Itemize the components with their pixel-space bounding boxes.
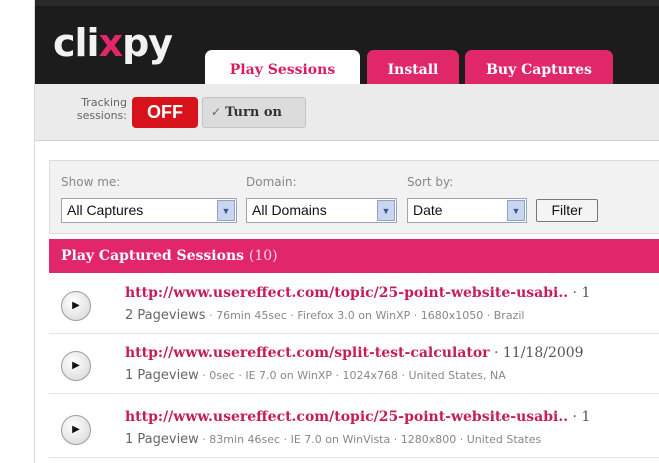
clixpy-logo[interactable]: clixpy xyxy=(53,21,173,65)
session-meta: 2 Pageviews · 76min 45sec · Firefox 3.0 … xyxy=(125,308,524,323)
session-pageviews: 2 Pageviews xyxy=(125,308,206,323)
domain-value: All Domains xyxy=(252,202,327,218)
show-me-select[interactable]: All Captures ▼ xyxy=(61,198,237,223)
filter-panel: Show me: All Captures ▼ Domain: All Doma… xyxy=(49,160,659,234)
session-row: ▶ http://www.usereffect.com/split-test-c… xyxy=(49,336,659,394)
tracking-label: Tracking sessions: xyxy=(53,96,127,122)
tracking-label-line2: sessions: xyxy=(76,109,127,122)
session-details: · 0sec · IE 7.0 on WinXP · 1024x768 · Un… xyxy=(198,369,506,382)
sort-by-value: Date xyxy=(413,202,443,218)
session-pageviews: 1 Pageview xyxy=(125,368,199,383)
sessions-header-title: Play Captured Sessions xyxy=(61,248,245,264)
tracking-bar: Tracking sessions: OFF ✓ Turn on xyxy=(35,84,659,141)
session-meta: 1 Pageview · 83min 46sec · IE 7.0 on Win… xyxy=(125,432,541,447)
session-url-link[interactable]: http://www.usereffect.com/topic/25-point… xyxy=(125,285,568,301)
chevron-down-icon[interactable]: ▼ xyxy=(507,200,525,221)
sessions-count: (10) xyxy=(248,248,278,264)
session-url: http://www.usereffect.com/topic/25-point… xyxy=(125,285,590,301)
session-url-link[interactable]: http://www.usereffect.com/topic/25-point… xyxy=(125,409,568,425)
sort-by-label: Sort by: xyxy=(407,175,454,189)
top-header: clixpy Play Sessions Install Buy Capture… xyxy=(35,0,659,90)
session-meta: 1 Pageview · 0sec · IE 7.0 on WinXP · 10… xyxy=(125,368,506,383)
session-url-link[interactable]: http://www.usereffect.com/split-test-cal… xyxy=(125,345,490,361)
filter-button[interactable]: Filter xyxy=(536,199,598,222)
logo-text-x: x xyxy=(98,21,123,65)
session-date: · 1 xyxy=(568,409,591,425)
domain-label: Domain: xyxy=(246,175,297,189)
session-url: http://www.usereffect.com/topic/25-point… xyxy=(125,409,590,425)
session-row: ▶ http://www.usereffect.com/topic/25-poi… xyxy=(49,400,659,458)
tracking-label-line1: Tracking xyxy=(81,96,127,109)
session-pageviews: 1 Pageview xyxy=(125,432,199,447)
app-frame: clixpy Play Sessions Install Buy Capture… xyxy=(34,0,659,463)
session-date: · 1 xyxy=(568,285,591,301)
play-icon[interactable]: ▶ xyxy=(61,415,91,445)
play-icon[interactable]: ▶ xyxy=(61,291,91,321)
play-icon[interactable]: ▶ xyxy=(61,351,91,381)
check-icon: ✓ xyxy=(211,105,222,119)
session-details: · 83min 46sec · IE 7.0 on WinVista · 128… xyxy=(198,433,542,446)
chevron-down-icon[interactable]: ▼ xyxy=(217,200,235,221)
turn-on-label: Turn on xyxy=(225,105,282,120)
logo-text-right: py xyxy=(122,21,173,65)
sort-by-select[interactable]: Date ▼ xyxy=(407,198,527,223)
show-me-label: Show me: xyxy=(61,175,121,189)
session-details: · 76min 45sec · Firefox 3.0 on WinXP · 1… xyxy=(205,309,525,322)
session-url: http://www.usereffect.com/split-test-cal… xyxy=(125,345,584,361)
session-date: · 11/18/2009 xyxy=(489,345,584,361)
chevron-down-icon[interactable]: ▼ xyxy=(377,200,395,221)
sessions-header: Play Captured Sessions (10) xyxy=(49,239,659,273)
show-me-value: All Captures xyxy=(67,202,144,218)
session-row: ▶ http://www.usereffect.com/topic/25-poi… xyxy=(49,276,659,334)
tracking-status-badge: OFF xyxy=(132,97,198,128)
turn-on-button[interactable]: ✓ Turn on xyxy=(202,97,306,128)
logo-text-left: cli xyxy=(53,21,100,65)
domain-select[interactable]: All Domains ▼ xyxy=(246,198,397,223)
